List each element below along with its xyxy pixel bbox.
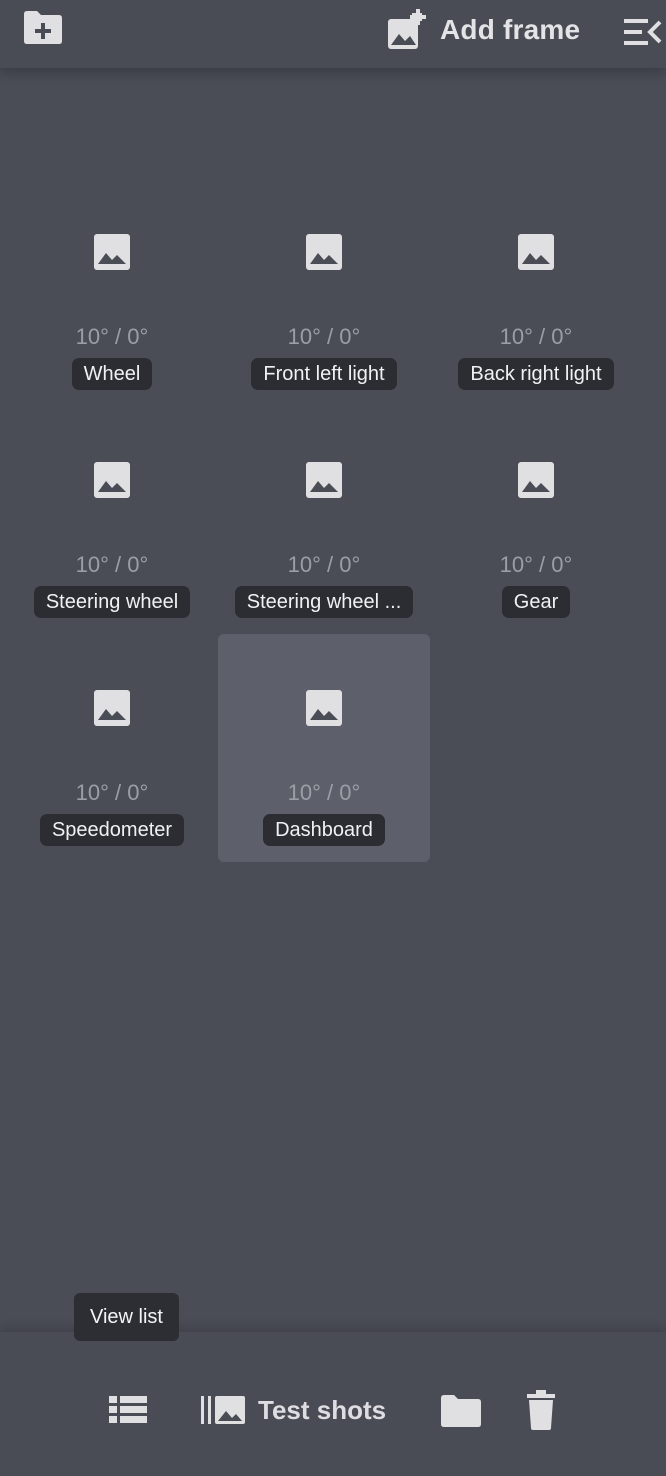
frame-angle: 10° / 0° xyxy=(75,552,149,577)
frame-label[interactable]: Dashboard xyxy=(263,814,385,846)
image-gallery-icon xyxy=(201,1396,245,1424)
frame-tile[interactable]: 10° / 0° Wheel xyxy=(6,178,218,406)
list-icon xyxy=(109,1396,147,1423)
frame-label-wrap: Wheel xyxy=(6,358,218,395)
test-shots-label: Test shots xyxy=(258,1394,387,1425)
header-bar: Add frame xyxy=(0,0,666,68)
frame-label-wrap: Front left light xyxy=(218,358,430,395)
frame-tile[interactable]: 10° / 0° Front left light xyxy=(218,178,430,406)
collapse-panel-button[interactable] xyxy=(622,14,664,50)
image-placeholder-icon xyxy=(94,690,130,726)
frame-label[interactable]: Gear xyxy=(501,586,571,618)
frame-angle: 10° / 0° xyxy=(499,324,573,349)
frame-label[interactable]: Wheel xyxy=(71,358,153,390)
delete-button[interactable] xyxy=(526,1390,556,1430)
frame-label-wrap: Back right light xyxy=(430,358,642,395)
image-placeholder-icon xyxy=(518,462,554,498)
frame-angle: 10° / 0° xyxy=(499,552,573,577)
image-placeholder-icon xyxy=(306,462,342,498)
frame-label-wrap: Speedometer xyxy=(6,814,218,851)
image-plus-icon xyxy=(388,9,426,49)
folder-plus-icon xyxy=(24,11,62,44)
frame-label-wrap: Dashboard xyxy=(218,814,430,851)
add-frame-button[interactable]: Add frame xyxy=(386,8,580,52)
frame-label-wrap: Gear xyxy=(430,586,642,623)
test-shots-button[interactable]: Test shots xyxy=(200,1388,386,1432)
open-folder-button[interactable] xyxy=(440,1394,482,1428)
frame-label[interactable]: Steering wheel ... xyxy=(234,586,414,618)
image-placeholder-icon xyxy=(518,234,554,270)
image-placeholder-icon xyxy=(306,690,342,726)
view-list-tooltip: View list xyxy=(74,1293,179,1341)
add-frame-label: Add frame xyxy=(440,14,581,45)
frame-angle: 10° / 0° xyxy=(287,552,361,577)
frame-tile[interactable]: 10° / 0° Speedometer xyxy=(6,634,218,862)
menu-collapse-icon xyxy=(624,19,662,45)
frame-label[interactable]: Front left light xyxy=(251,358,397,390)
frame-tile[interactable]: 10° / 0° Steering wheel ... xyxy=(218,406,430,634)
trash-icon xyxy=(527,1390,555,1430)
frame-tile[interactable]: 10° / 0° Gear xyxy=(430,406,642,634)
frame-angle: 10° / 0° xyxy=(287,780,361,805)
frame-label[interactable]: Steering wheel xyxy=(33,586,191,618)
view-list-button[interactable] xyxy=(108,1394,148,1426)
folder-icon xyxy=(441,1395,481,1427)
image-placeholder-icon xyxy=(94,462,130,498)
frame-angle: 10° / 0° xyxy=(75,324,149,349)
image-placeholder-icon xyxy=(94,234,130,270)
frame-angle: 10° / 0° xyxy=(75,780,149,805)
frame-label-wrap: Steering wheel xyxy=(6,586,218,623)
frame-label[interactable]: Speedometer xyxy=(39,814,185,846)
new-folder-button[interactable] xyxy=(22,10,64,46)
frame-label[interactable]: Back right light xyxy=(458,358,614,390)
frame-tile[interactable]: 10° / 0° Steering wheel xyxy=(6,406,218,634)
app-window: Add frame 10° / 0° Wheel 10° / 0° Front lef… xyxy=(0,0,666,1476)
frame-label-wrap: Steering wheel ... xyxy=(218,586,430,623)
frame-angle: 10° / 0° xyxy=(287,324,361,349)
frame-tile[interactable]: 10° / 0° Dashboard xyxy=(218,634,430,862)
frame-tile[interactable]: 10° / 0° Back right light xyxy=(430,178,642,406)
image-placeholder-icon xyxy=(306,234,342,270)
